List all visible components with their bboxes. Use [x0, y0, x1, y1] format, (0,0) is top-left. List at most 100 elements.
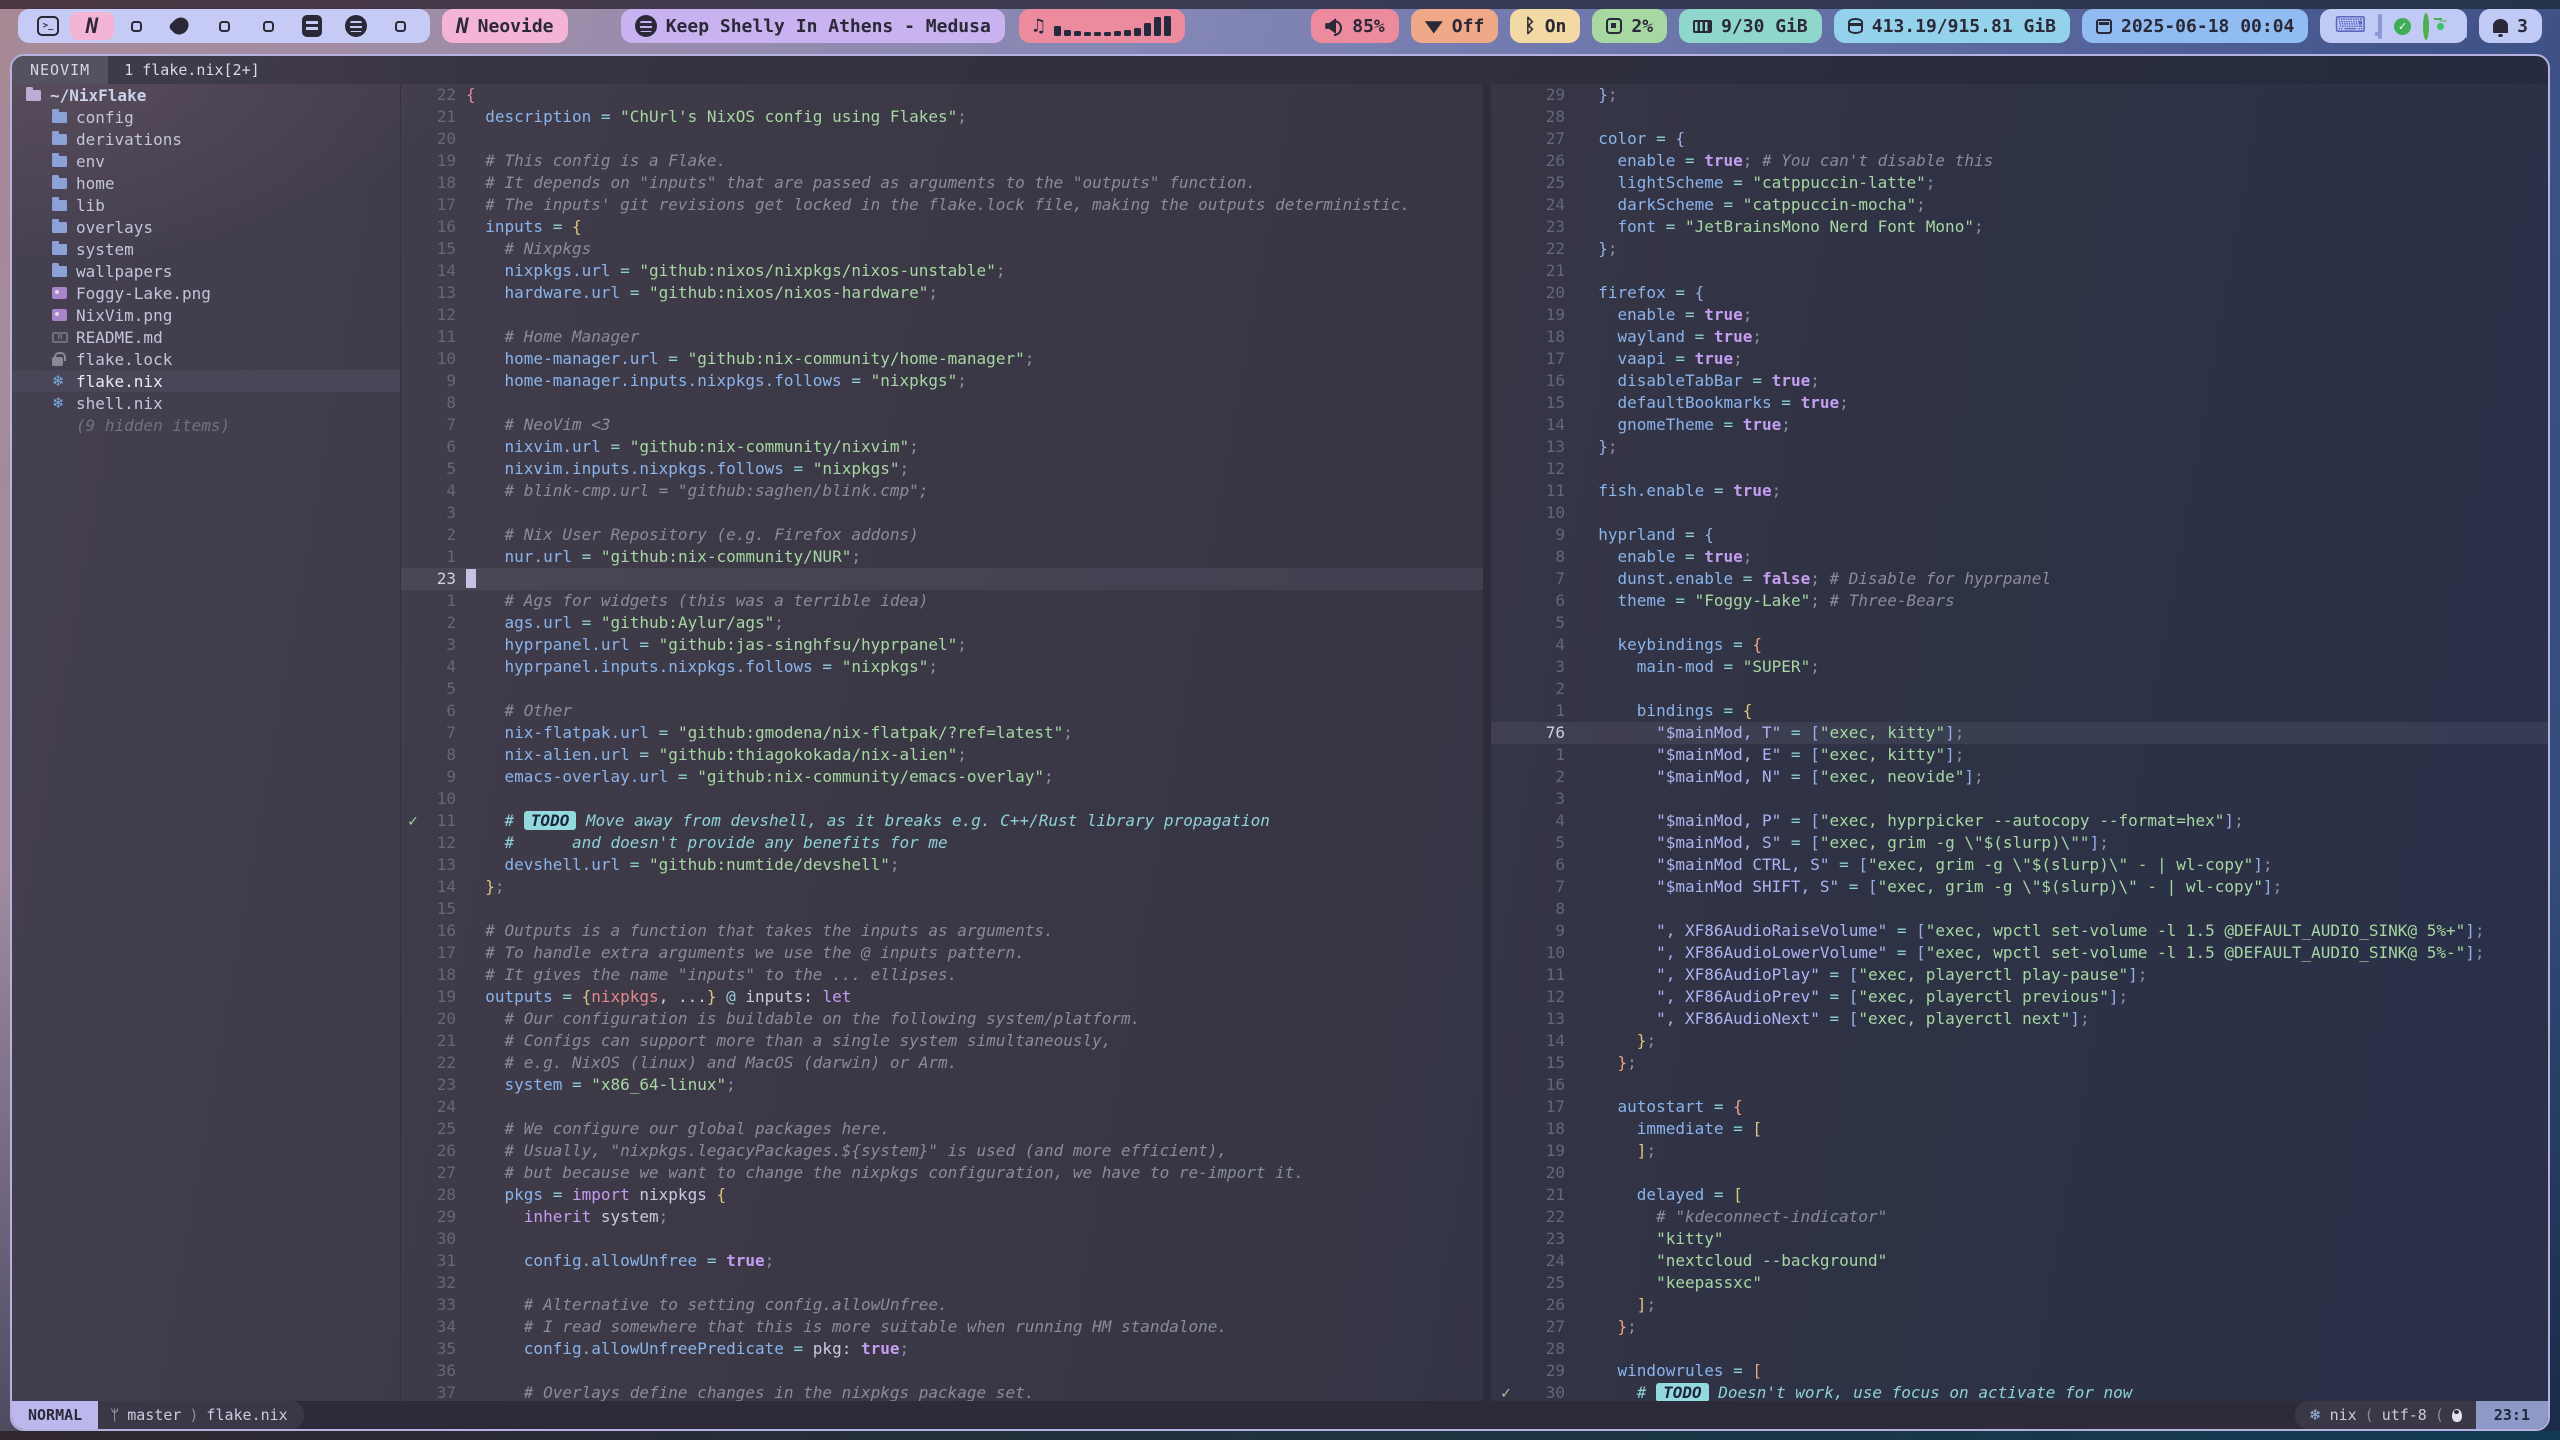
- code-line[interactable]: 14 };: [1491, 1030, 2548, 1052]
- now-playing-widget[interactable]: Keep Shelly In Athens - Medusa: [621, 9, 1005, 43]
- code-line[interactable]: 2: [1491, 678, 2548, 700]
- code-line[interactable]: 36: [401, 1360, 1483, 1382]
- code-line[interactable]: 13 };: [1491, 436, 2548, 458]
- tree-item-foggy-lake-png[interactable]: Foggy-Lake.png: [12, 282, 400, 304]
- code-line[interactable]: 15 };: [1491, 1052, 2548, 1074]
- code-line[interactable]: 10 ", XF86AudioLowerVolume" = ["exec, wp…: [1491, 942, 2548, 964]
- code-line[interactable]: 8: [1491, 898, 2548, 920]
- code-line[interactable]: 24 darkScheme = "catppuccin-mocha";: [1491, 194, 2548, 216]
- tree-item-shell-nix[interactable]: ❄shell.nix: [12, 392, 400, 414]
- key-icon[interactable]: [2423, 16, 2429, 37]
- code-line[interactable]: 15 # Nixpkgs: [401, 238, 1483, 260]
- code-line[interactable]: 27 };: [1491, 1316, 2548, 1338]
- code-line[interactable]: 20: [401, 128, 1483, 150]
- code-line[interactable]: 9 home-manager.inputs.nixpkgs.follows = …: [401, 370, 1483, 392]
- clock-widget[interactable]: 2025-06-18 00:04: [2082, 9, 2308, 43]
- tree-item-nixvim-png[interactable]: NixVim.png: [12, 304, 400, 326]
- code-line[interactable]: 11 ", XF86AudioPlay" = ["exec, playerctl…: [1491, 964, 2548, 986]
- code-line[interactable]: 22 # e.g. NixOS (linux) and MacOS (darwi…: [401, 1052, 1483, 1074]
- code-line[interactable]: 13 hardware.url = "github:nixos/nixos-ha…: [401, 282, 1483, 304]
- code-line[interactable]: 6 # Other: [401, 700, 1483, 722]
- screenshot-icon[interactable]: [2378, 16, 2382, 37]
- tree-item-flake-nix[interactable]: ❄flake.nix: [12, 370, 400, 392]
- code-line[interactable]: 25 "keepassxc": [1491, 1272, 2548, 1294]
- tree-item-wallpapers[interactable]: wallpapers: [12, 260, 400, 282]
- code-line[interactable]: 7 nix-flatpak.url = "github:gmodena/nix-…: [401, 722, 1483, 744]
- code-line[interactable]: 26 ];: [1491, 1294, 2548, 1316]
- workspace-empty-workspace-icon[interactable]: [202, 12, 246, 40]
- code-line[interactable]: 22 };: [1491, 238, 2548, 260]
- code-line[interactable]: 1 # Ags for widgets (this was a terrible…: [401, 590, 1483, 612]
- code-line[interactable]: 9 hyprland = {: [1491, 524, 2548, 546]
- workspace-spotify-icon[interactable]: [334, 12, 378, 40]
- code-line[interactable]: 16 disableTabBar = true;: [1491, 370, 2548, 392]
- code-line[interactable]: 5 nixvim.inputs.nixpkgs.follows = "nixpk…: [401, 458, 1483, 480]
- code-line[interactable]: 21 description = "ChUrl's NixOS config u…: [401, 106, 1483, 128]
- code-line[interactable]: 21: [1491, 260, 2548, 282]
- editor-pane-left[interactable]: 22{21 description = "ChUrl's NixOS confi…: [401, 84, 1483, 1401]
- code-line[interactable]: 29 windowrules = [: [1491, 1360, 2548, 1382]
- check-circle-icon[interactable]: ✓: [2394, 18, 2411, 35]
- code-line[interactable]: 6 nixvim.url = "github:nix-community/nix…: [401, 436, 1483, 458]
- code-line[interactable]: 4 "$mainMod, P" = ["exec, hyprpicker --a…: [1491, 810, 2548, 832]
- code-line[interactable]: 3: [401, 502, 1483, 524]
- code-line[interactable]: 2 "$mainMod, N" = ["exec, neovide"];: [1491, 766, 2548, 788]
- code-line[interactable]: 12: [401, 304, 1483, 326]
- code-line[interactable]: 2 # Nix User Repository (e.g. Firefox ad…: [401, 524, 1483, 546]
- code-line[interactable]: 24: [401, 1096, 1483, 1118]
- code-line[interactable]: 2 ags.url = "github:Aylur/ags";: [401, 612, 1483, 634]
- workspace-empty-workspace-icon[interactable]: [246, 12, 290, 40]
- code-line[interactable]: 27 color = {: [1491, 128, 2548, 150]
- code-line[interactable]: 16: [1491, 1074, 2548, 1096]
- code-line[interactable]: 14 nixpkgs.url = "github:nixos/nixpkgs/n…: [401, 260, 1483, 282]
- code-line[interactable]: 19 enable = true;: [1491, 304, 2548, 326]
- tree-item-system[interactable]: system: [12, 238, 400, 260]
- tree-item-env[interactable]: env: [12, 150, 400, 172]
- code-line[interactable]: 18 # It gives the name "inputs" to the .…: [401, 964, 1483, 986]
- code-line[interactable]: 4 keybindings = {: [1491, 634, 2548, 656]
- code-line[interactable]: 32: [401, 1272, 1483, 1294]
- tree-item-readme-md[interactable]: MREADME.md: [12, 326, 400, 348]
- code-line[interactable]: 27 # but because we want to change the n…: [401, 1162, 1483, 1184]
- code-line[interactable]: 22 # "kdeconnect-indicator": [1491, 1206, 2548, 1228]
- git-branch-name[interactable]: master: [127, 1406, 181, 1424]
- code-line[interactable]: 15 defaultBookmarks = true;: [1491, 392, 2548, 414]
- code-line[interactable]: 18 # It depends on "inputs" that are pas…: [401, 172, 1483, 194]
- workspace-neovim-icon[interactable]: N: [70, 12, 114, 40]
- code-line[interactable]: 7 dunst.enable = false; # Disable for hy…: [1491, 568, 2548, 590]
- code-line[interactable]: 16 # Outputs is a function that takes th…: [401, 920, 1483, 942]
- code-line[interactable]: 4 # blink-cmp.url = "github:saghen/blink…: [401, 480, 1483, 502]
- bluetooth-widget[interactable]: ᛒ On: [1510, 9, 1580, 43]
- code-line[interactable]: 21 # Configs can support more than a sin…: [401, 1030, 1483, 1052]
- code-line[interactable]: 4 hyprpanel.inputs.nixpkgs.follows = "ni…: [401, 656, 1483, 678]
- workspaces-widget[interactable]: >_N: [18, 9, 430, 43]
- window-separator[interactable]: [1483, 84, 1491, 1401]
- editor-pane-right[interactable]: 29 };2827 color = {26 enable = true; # Y…: [1491, 84, 2548, 1401]
- workspace-stack-icon[interactable]: [290, 12, 334, 40]
- code-line[interactable]: 28 pkgs = import nixpkgs {: [401, 1184, 1483, 1206]
- code-line[interactable]: 12: [1491, 458, 2548, 480]
- tree-item--9-hidden-items-[interactable]: (9 hidden items): [12, 414, 400, 436]
- code-line[interactable]: 8: [401, 392, 1483, 414]
- code-line[interactable]: 3: [1491, 788, 2548, 810]
- code-line[interactable]: 8 nix-alien.url = "github:thiagokokada/n…: [401, 744, 1483, 766]
- cpu-widget[interactable]: 2%: [1592, 9, 1667, 43]
- code-line[interactable]: 30: [401, 1228, 1483, 1250]
- code-line[interactable]: 23 "kitty": [1491, 1228, 2548, 1250]
- volume-widget[interactable]: 85%: [1311, 9, 1399, 43]
- code-line[interactable]: 28: [1491, 1338, 2548, 1360]
- code-line[interactable]: 14 };: [401, 876, 1483, 898]
- code-line[interactable]: 1 bindings = {: [1491, 700, 2548, 722]
- code-line[interactable]: 24 "nextcloud --background": [1491, 1250, 2548, 1272]
- code-line[interactable]: 11 fish.enable = true;: [1491, 480, 2548, 502]
- tree-item-lib[interactable]: lib: [12, 194, 400, 216]
- code-line[interactable]: 13 ", XF86AudioNext" = ["exec, playerctl…: [1491, 1008, 2548, 1030]
- code-line[interactable]: 33 # Alternative to setting config.allow…: [401, 1294, 1483, 1316]
- code-line[interactable]: 6 "$mainMod CTRL, S" = ["exec, grim -g \…: [1491, 854, 2548, 876]
- workspace-empty-workspace-icon[interactable]: [378, 12, 422, 40]
- disk-widget[interactable]: 413.19/915.81 GiB: [1834, 9, 2070, 43]
- code-line[interactable]: 26 # Usually, "nixpkgs.legacyPackages.${…: [401, 1140, 1483, 1162]
- code-line[interactable]: 18 wayland = true;: [1491, 326, 2548, 348]
- notifications-widget[interactable]: 3: [2479, 9, 2542, 43]
- code-line[interactable]: 3 main-mod = "SUPER";: [1491, 656, 2548, 678]
